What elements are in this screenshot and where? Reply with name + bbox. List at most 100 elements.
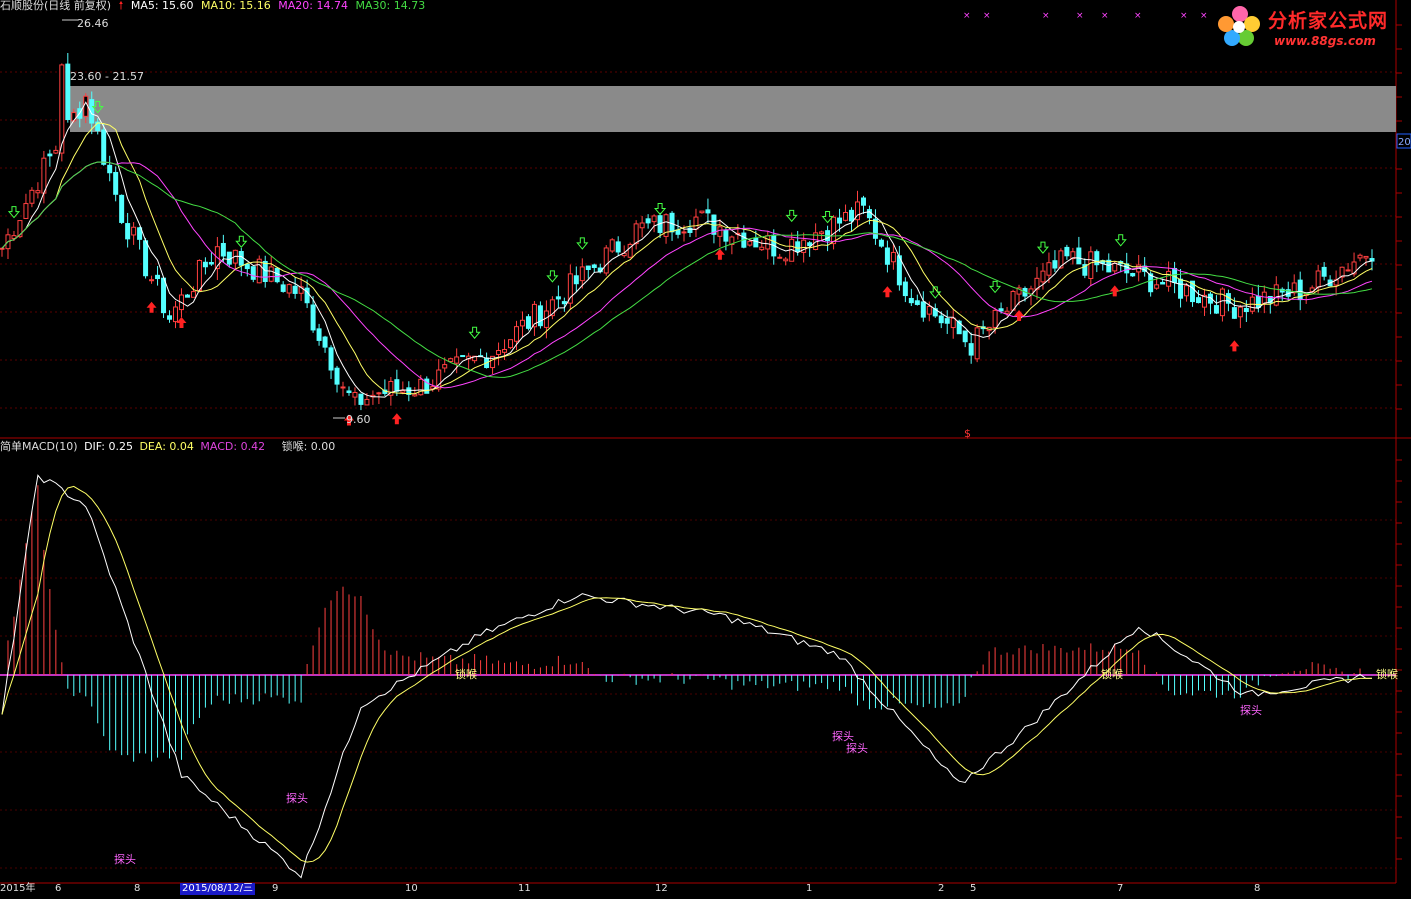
candle-body <box>603 247 609 274</box>
candle-body <box>119 194 125 223</box>
candle-body <box>107 164 113 174</box>
candle-body <box>340 386 346 389</box>
date-axis-label: 2 <box>938 883 945 894</box>
watermark-logo: 分析家公式网 www.88gs.com <box>1212 0 1411 52</box>
candle-body <box>155 274 161 280</box>
zone-price-label: 23.60 - 21.57 <box>70 70 144 83</box>
candle-body <box>615 241 621 253</box>
candle-body <box>1321 266 1327 277</box>
ma10-line <box>1 122 1373 395</box>
candle-body <box>872 218 878 239</box>
candle-body <box>591 264 597 268</box>
candle-body <box>693 216 699 230</box>
candle-body <box>0 247 5 250</box>
ma30-label: MA30: 14.73 <box>355 0 426 12</box>
date-axis-label: 8 <box>134 883 141 894</box>
candle-body <box>777 256 783 259</box>
candle-body <box>783 258 789 262</box>
candle-body <box>418 378 424 396</box>
candle-body <box>244 263 250 270</box>
candle-body <box>400 390 406 393</box>
sell-arrow-icon <box>654 202 667 216</box>
candle-body <box>831 216 837 245</box>
candle-body <box>161 277 167 314</box>
date-axis-label: 12 <box>655 883 668 894</box>
candle-body <box>280 284 286 292</box>
candle-body <box>890 251 896 263</box>
buy-arrow-icon <box>146 301 157 313</box>
lock-annotation: 锁喉 <box>1376 667 1398 681</box>
date-axis-label: 2015/08/12/三 <box>180 883 256 895</box>
candle-body <box>190 291 196 298</box>
candle-body <box>352 391 358 398</box>
date-axis-label: 1 <box>806 883 813 894</box>
up-arrow-icon: 🠕 <box>118 0 124 12</box>
date-axis-label: 7 <box>1117 883 1124 894</box>
candle-body <box>1369 258 1375 262</box>
candle-body <box>1219 288 1225 317</box>
candle-body <box>1237 306 1243 318</box>
candle-body <box>1363 255 1369 259</box>
candle-body <box>1064 246 1070 257</box>
ma10-label: MA10: 15.16 <box>201 0 271 12</box>
buy-arrow-icon <box>882 286 893 298</box>
candle-body <box>328 347 334 371</box>
signal-marker-icon: × <box>1101 11 1109 21</box>
candle-body <box>914 300 920 305</box>
head-annotation: 探头 <box>114 853 136 866</box>
candle-body <box>962 330 968 343</box>
candle-body <box>268 266 274 282</box>
candle-body <box>974 327 980 360</box>
candle-body <box>460 355 466 358</box>
candle-body <box>113 171 119 195</box>
candle-body <box>920 301 926 318</box>
candle-body <box>1231 307 1237 319</box>
candle-body <box>1088 251 1094 279</box>
candle-body <box>502 349 508 353</box>
signal-marker-icon: × <box>1200 11 1208 21</box>
candle-body <box>1154 284 1160 289</box>
candle-body <box>849 209 855 222</box>
candle-body <box>220 242 226 257</box>
candle-body <box>358 393 364 405</box>
candle-body <box>394 379 400 392</box>
candle-body <box>292 285 298 294</box>
sell-arrow-icon <box>1114 234 1127 247</box>
candle-body <box>1261 291 1267 304</box>
candle-body <box>125 223 131 240</box>
candle-body <box>795 241 801 253</box>
candle-body <box>310 304 316 331</box>
date-axis-label: 11 <box>518 883 531 894</box>
candle-body <box>202 261 208 268</box>
candle-body <box>843 211 849 221</box>
candle-body <box>537 305 543 327</box>
candle-body <box>1160 282 1166 285</box>
right-axis-price-label: 20 <box>1398 137 1411 148</box>
candle-body <box>908 297 914 304</box>
candle-body <box>334 367 340 385</box>
buy-arrow-icon <box>1109 285 1120 297</box>
candle-body <box>992 309 998 328</box>
candle-body <box>35 190 41 194</box>
candle-body <box>1166 270 1172 287</box>
candle-body <box>1243 307 1249 313</box>
candle-body <box>609 239 615 252</box>
date-axis-label: 6 <box>55 883 62 894</box>
sell-arrow-icon <box>468 326 481 340</box>
buy-arrow-icon <box>391 413 402 425</box>
dif-line <box>1 474 1372 879</box>
candle-body <box>167 315 173 320</box>
candle-body <box>250 266 256 280</box>
candle-body <box>41 157 47 194</box>
candle-body <box>759 246 765 251</box>
candle-body <box>819 231 825 235</box>
candle-body <box>645 218 651 224</box>
candle-body <box>579 266 585 282</box>
candle-body <box>1357 254 1363 259</box>
candle-body <box>747 240 753 246</box>
candle-body <box>83 95 89 117</box>
dollar-marker-icon: $ <box>964 427 971 440</box>
candle-body <box>1130 272 1136 277</box>
signal-marker-icon: × <box>1076 11 1084 21</box>
candle-body <box>1255 295 1261 309</box>
